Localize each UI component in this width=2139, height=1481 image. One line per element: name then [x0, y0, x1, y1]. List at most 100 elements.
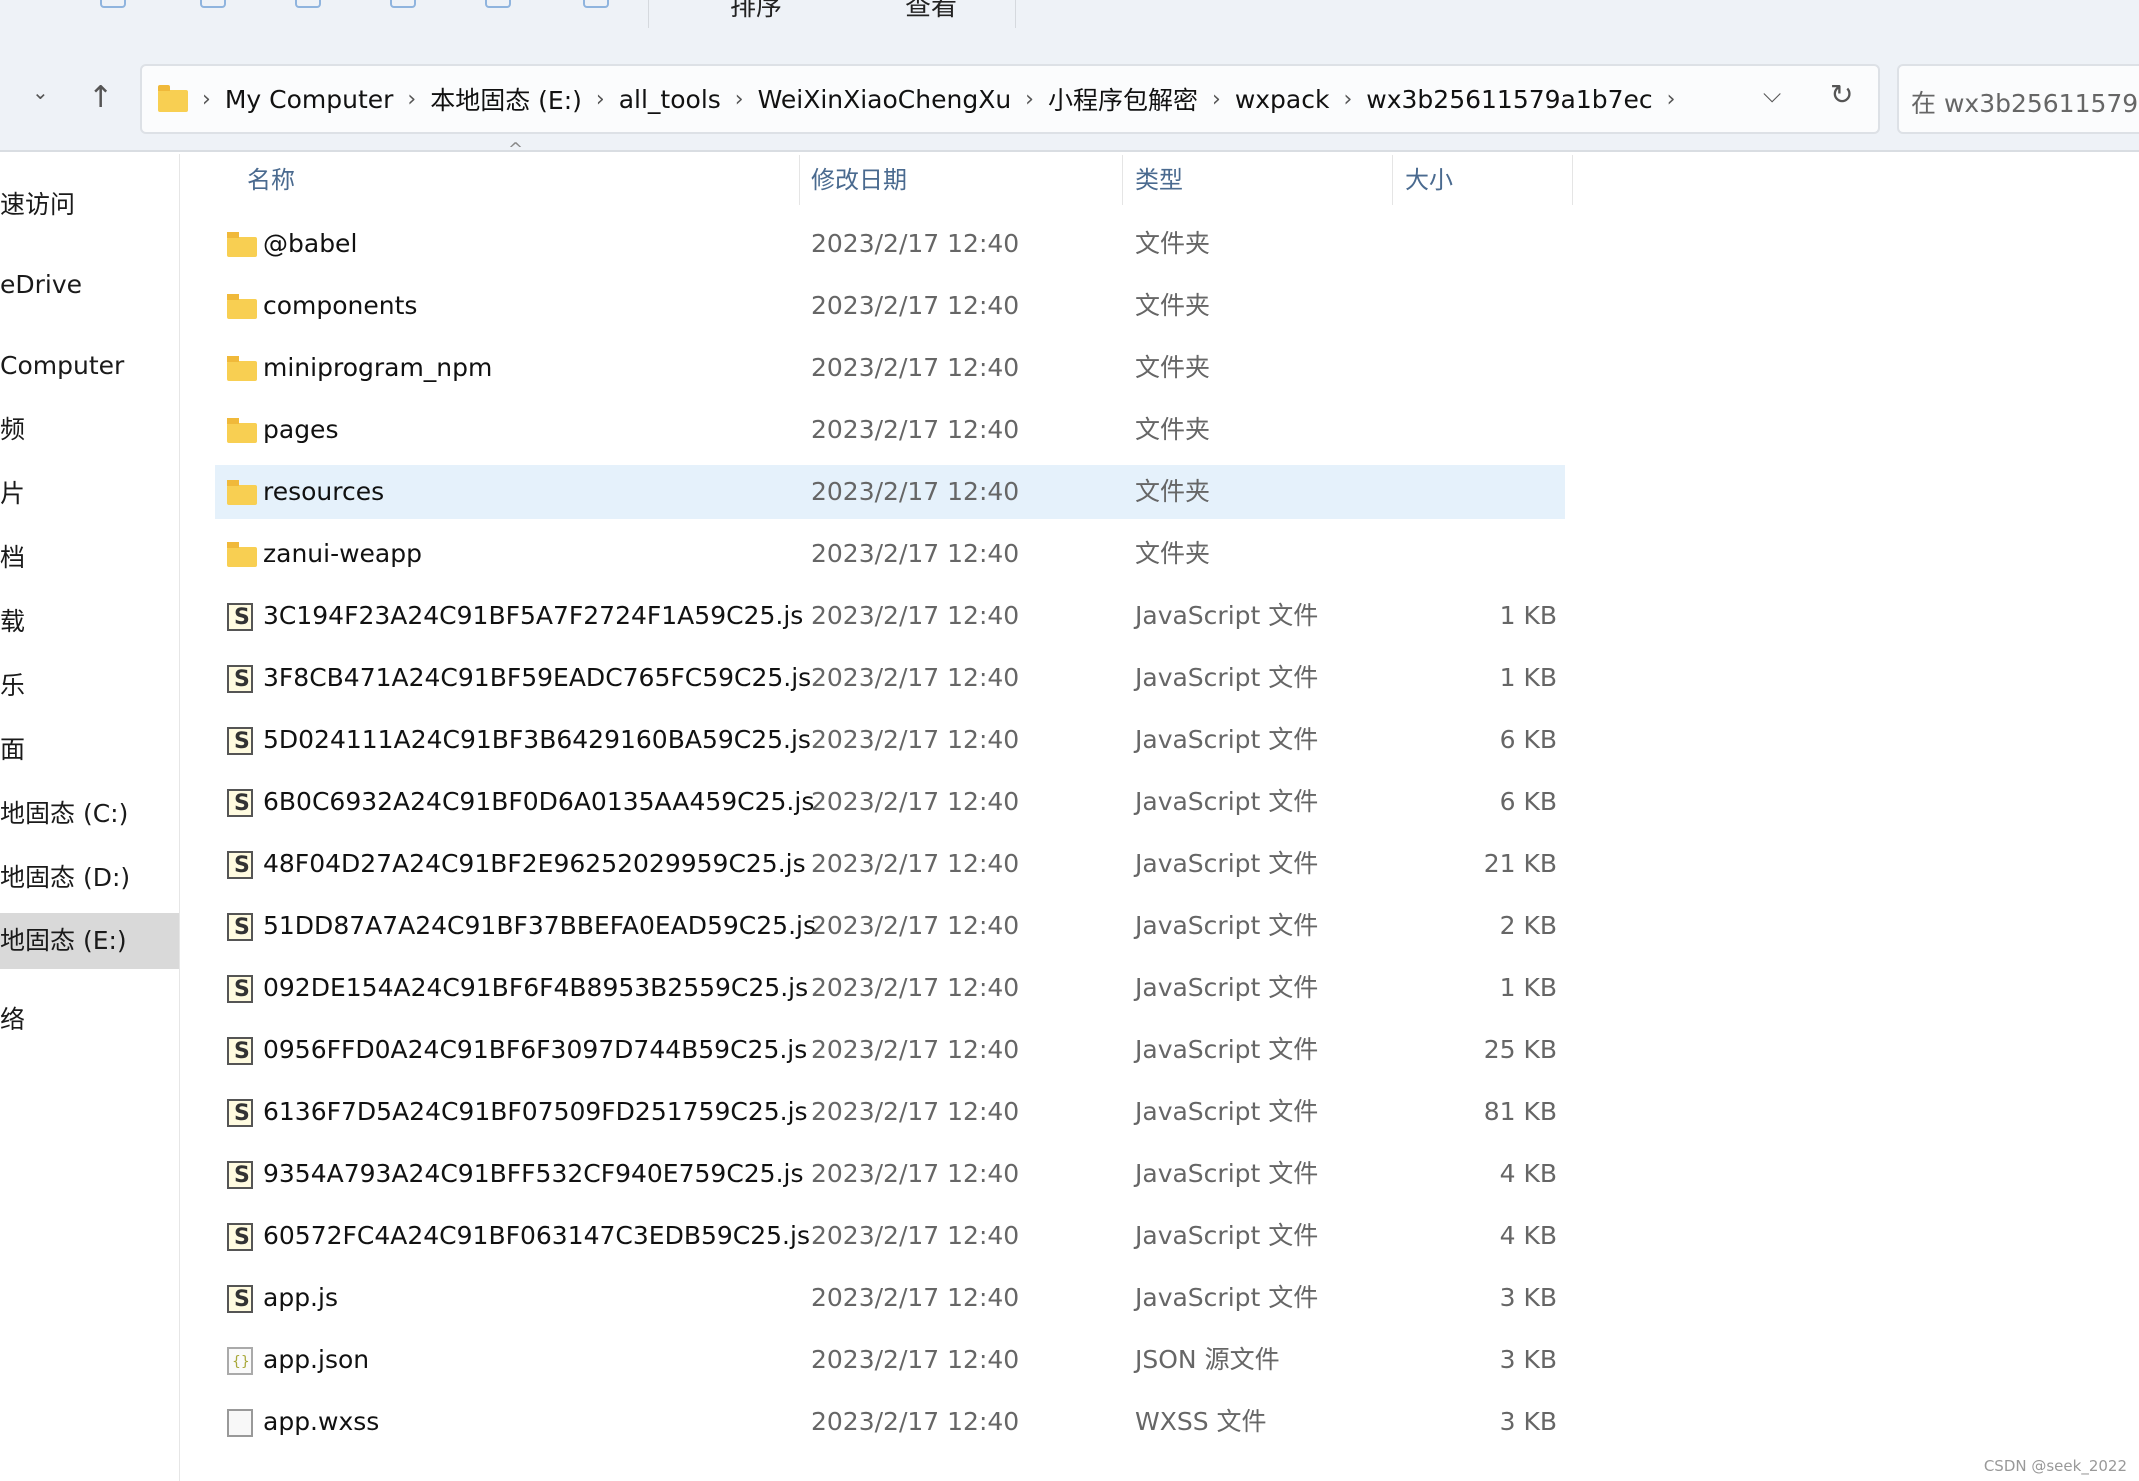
file-row[interactable]: pages 2023/2/17 12:40 文件夹 [215, 403, 1565, 457]
js-file-icon [227, 1025, 253, 1079]
file-row[interactable]: 3C194F23A24C91BF5A7F2724F1A59C25.js2023/… [215, 589, 1565, 645]
file-row[interactable]: 6B0C6932A24C91BF0D6A0135AA459C25.js2023/… [215, 775, 1565, 831]
file-row[interactable]: 51DD87A7A24C91BF37BBEFA0EAD59C25.js2023/… [215, 899, 1565, 955]
breadcrumb-chevron-icon[interactable]: › [735, 87, 744, 112]
column-header-type[interactable]: 类型 [1135, 155, 1183, 205]
file-size: 3 KB [1499, 1345, 1557, 1374]
breadcrumb-item[interactable]: 本地固态 (E:) [430, 81, 582, 117]
file-row[interactable]: components 2023/2/17 12:40 文件夹 [215, 279, 1565, 333]
breadcrumb-chevron-icon[interactable]: › [1212, 87, 1221, 112]
folder-icon [158, 85, 188, 112]
breadcrumb-chevron-icon[interactable]: › [407, 87, 416, 112]
file-row[interactable]: 3F8CB471A24C91BF59EADC765FC59C25.js2023/… [215, 651, 1565, 707]
file-row[interactable]: 6136F7D5A24C91BF07509FD251759C25.js2023/… [215, 1085, 1565, 1141]
breadcrumb-item[interactable]: WeiXinXiaoChengXu [758, 85, 1012, 114]
sidebar-item[interactable]: 地固态 (D:) [0, 850, 179, 906]
breadcrumb-item[interactable]: wxpack [1235, 85, 1330, 114]
file-type: 文件夹 [1135, 415, 1211, 444]
column-header-date[interactable]: 修改日期 [811, 155, 907, 205]
paste-icon[interactable] [295, 0, 321, 8]
sidebar-item[interactable]: 速访问 [0, 177, 179, 233]
file-name: 5D024111A24C91BF3B6429160BA59C25.js [263, 725, 811, 754]
breadcrumb-chevron-icon[interactable]: › [1343, 87, 1352, 112]
file-date: 2023/2/17 12:40 [811, 229, 1020, 258]
file-row[interactable]: zanui-weapp 2023/2/17 12:40 文件夹 [215, 527, 1565, 581]
sidebar-item[interactable]: Computer [0, 338, 179, 394]
file-row[interactable]: 9354A793A24C91BFF532CF940E759C25.js2023/… [215, 1147, 1565, 1203]
sidebar-item[interactable]: 载 [0, 594, 179, 650]
file-type: JavaScript 文件 [1135, 601, 1319, 630]
sidebar-item[interactable]: 面 [0, 722, 179, 778]
file-date: 2023/2/17 12:40 [811, 1283, 1020, 1312]
file-date: 2023/2/17 12:40 [811, 725, 1020, 754]
file-date: 2023/2/17 12:40 [811, 477, 1020, 506]
file-type: JSON 源文件 [1135, 1345, 1280, 1374]
cut-icon[interactable] [100, 0, 126, 8]
file-row[interactable]: app.js 2023/2/17 12:40 JavaScript 文件 3 KB [215, 1271, 1565, 1327]
file-date: 2023/2/17 12:40 [811, 539, 1020, 568]
column-divider[interactable] [1572, 155, 1573, 205]
file-name: 51DD87A7A24C91BF37BBEFA0EAD59C25.js [263, 911, 816, 940]
file-type: 文件夹 [1135, 229, 1211, 258]
delete-icon[interactable] [583, 0, 609, 8]
sidebar-item[interactable]: 地固态 (C:) [0, 786, 179, 842]
js-file-icon [227, 777, 253, 831]
breadcrumb-chevron-icon[interactable]: › [596, 87, 605, 112]
breadcrumb-item[interactable]: My Computer [225, 85, 394, 114]
column-divider[interactable] [799, 155, 800, 205]
file-size: 21 KB [1483, 849, 1557, 878]
breadcrumb-item[interactable]: wx3b25611579a1b7ec [1366, 85, 1652, 114]
breadcrumb-chevron-icon[interactable]: › [202, 87, 211, 112]
folder-icon [227, 480, 257, 505]
sidebar-item[interactable]: eDrive [0, 257, 179, 313]
file-row[interactable]: @babel 2023/2/17 12:40 文件夹 [215, 217, 1565, 271]
search-input[interactable]: 在 wx3b25611579a1 [1897, 64, 2139, 134]
breadcrumb-chevron-icon[interactable]: › [1667, 87, 1676, 112]
file-row[interactable]: 092DE154A24C91BF6F4B8953B2559C25.js2023/… [215, 961, 1565, 1017]
sort-ascending-icon: ^ [508, 139, 524, 160]
breadcrumb-chevron-icon[interactable]: › [1025, 87, 1034, 112]
file-row[interactable]: 48F04D27A24C91BF2E96252029959C25.js2023/… [215, 837, 1565, 893]
copy-icon[interactable] [200, 0, 226, 8]
file-row[interactable]: 0956FFD0A24C91BF6F3097D744B59C25.js2023/… [215, 1023, 1565, 1079]
file-row[interactable]: 60572FC4A24C91BF063147C3EDB59C25.js2023/… [215, 1209, 1565, 1265]
file-type: JavaScript 文件 [1135, 663, 1319, 692]
file-name: @babel [263, 229, 358, 258]
file-row[interactable]: app.wxss 2023/2/17 12:40 WXSS 文件 3 KB [215, 1395, 1565, 1449]
file-type: JavaScript 文件 [1135, 1221, 1319, 1250]
sidebar-item[interactable]: 频 [0, 402, 179, 458]
file-row[interactable]: resources 2023/2/17 12:40 文件夹 [215, 465, 1565, 519]
sidebar-item[interactable]: 络 [0, 992, 179, 1048]
sidebar-item[interactable]: 档 [0, 530, 179, 586]
sort-button[interactable]: 排序 [730, 0, 782, 23]
rename-icon[interactable] [390, 0, 416, 8]
breadcrumb-item[interactable]: 小程序包解密 [1048, 81, 1198, 117]
refresh-icon[interactable]: ↻ [1830, 78, 1853, 111]
file-name: resources [263, 477, 385, 506]
file-name: components [263, 291, 418, 320]
recent-locations-chevron-icon[interactable]: ⌄ [32, 80, 49, 104]
file-row[interactable]: miniprogram_npm 2023/2/17 12:40 文件夹 [215, 341, 1565, 395]
breadcrumb-item[interactable]: all_tools [619, 85, 721, 114]
file-row[interactable]: app.json 2023/2/17 12:40 JSON 源文件 3 KB [215, 1333, 1565, 1389]
file-name: 092DE154A24C91BF6F4B8953B2559C25.js [263, 973, 809, 1002]
sidebar-item[interactable]: 片 [0, 466, 179, 522]
view-button[interactable]: 查看 [905, 0, 957, 23]
share-icon[interactable] [485, 0, 511, 8]
file-name: 48F04D27A24C91BF2E96252029959C25.js [263, 849, 806, 878]
js-file-icon [227, 1211, 253, 1265]
file-name: app.wxss [263, 1407, 380, 1436]
file-name: miniprogram_npm [263, 353, 493, 382]
column-divider[interactable] [1392, 155, 1393, 205]
sidebar-item[interactable]: 乐 [0, 658, 179, 714]
address-dropdown-icon[interactable]: ⌵ [1763, 80, 1781, 108]
column-header-name[interactable]: 名称 [247, 155, 295, 205]
up-arrow-icon[interactable]: ↑ [88, 80, 113, 115]
file-name: zanui-weapp [263, 539, 422, 568]
file-row[interactable]: 5D024111A24C91BF3B6429160BA59C25.js2023/… [215, 713, 1565, 769]
column-header-size[interactable]: 大小 [1405, 155, 1453, 205]
address-bar[interactable]: › My Computer › 本地固态 (E:) › all_tools › WeiXinX… [140, 64, 1880, 134]
file-date: 2023/2/17 12:40 [811, 1345, 1020, 1374]
sidebar-item[interactable]: 地固态 (E:) [0, 913, 179, 969]
column-divider[interactable] [1122, 155, 1123, 205]
